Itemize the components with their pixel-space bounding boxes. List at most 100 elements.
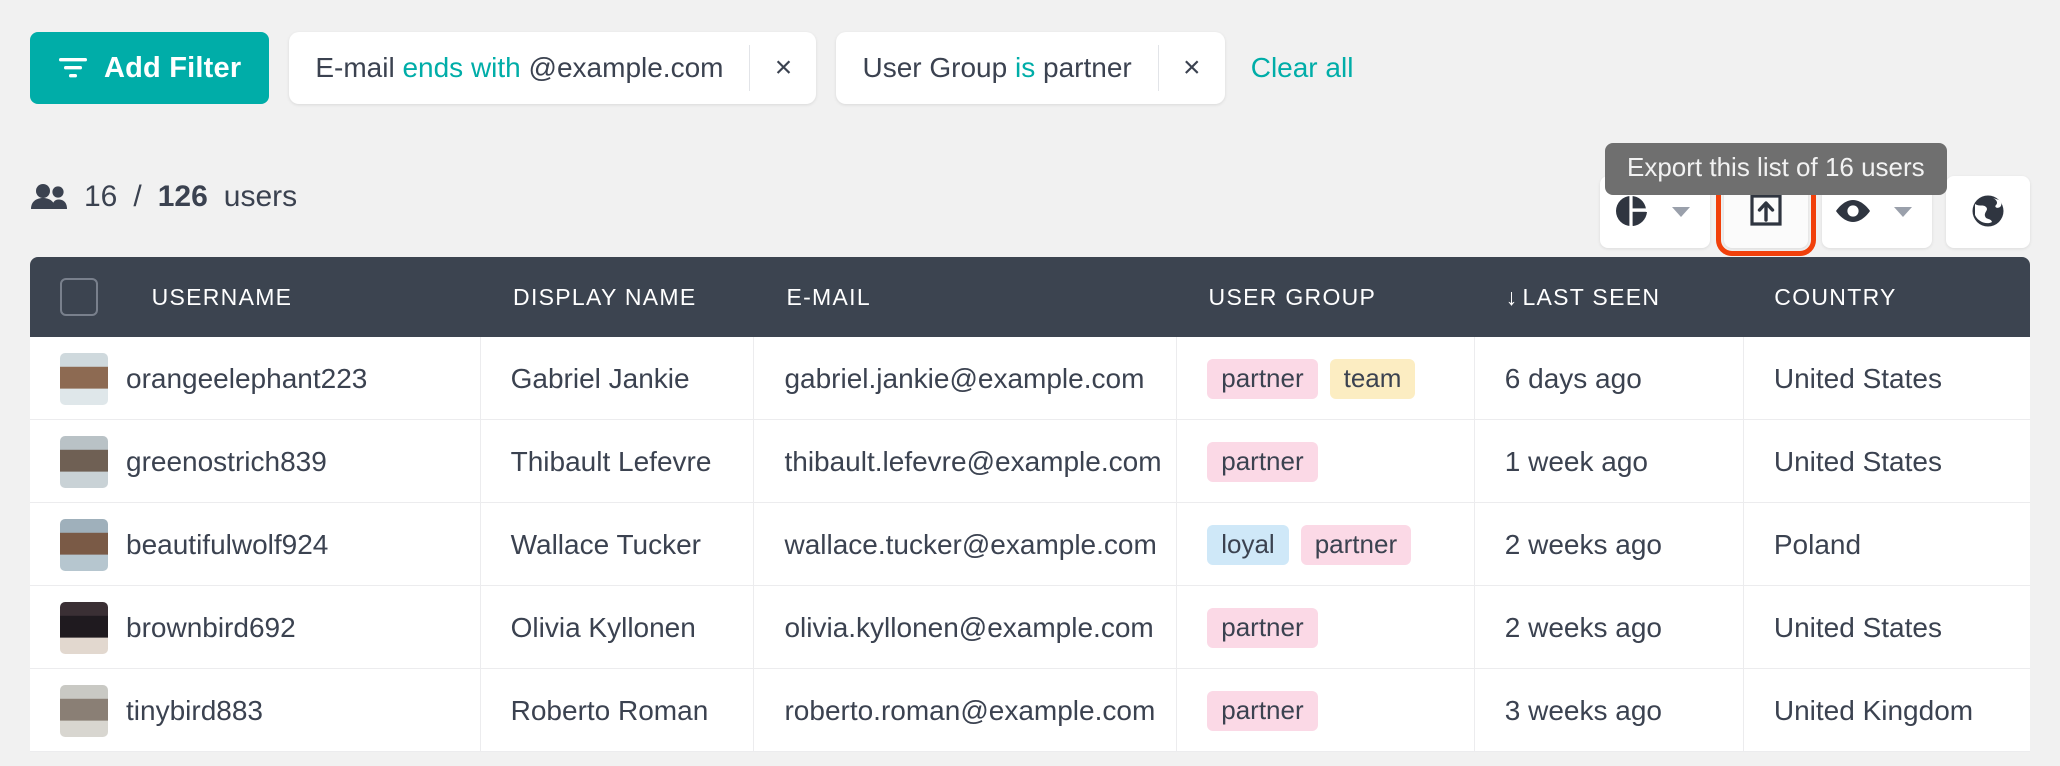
table-body: orangeelephant223 Gabriel Jankie gabriel…	[30, 337, 2030, 752]
column-header-last-seen[interactable]: ↓ LAST SEEN	[1476, 257, 1745, 337]
select-all-checkbox[interactable]	[60, 278, 98, 316]
avatar	[60, 518, 108, 571]
user-group-tag[interactable]: partner	[1300, 524, 1412, 565]
cell-country: United Kingdom	[1773, 694, 1974, 726]
count-total: 126	[157, 180, 208, 213]
users-table: USERNAME DISPLAY NAME E-MAIL USER GROUP …	[30, 257, 2030, 752]
column-header-username[interactable]: USERNAME	[122, 257, 483, 337]
cell-last-seen: 3 weeks ago	[1475, 669, 1744, 752]
chip-operator: is	[1014, 52, 1036, 83]
chip-field: User Group	[862, 52, 1008, 83]
cell-country: United States	[1773, 445, 1942, 477]
cell-username: brownbird692	[30, 586, 481, 669]
cell-display-name: Wallace Tucker	[481, 503, 755, 586]
remove-filter-usergroup-button[interactable]: ×	[1159, 32, 1225, 104]
eye-icon	[1834, 197, 1872, 228]
count-unit: users	[223, 180, 298, 213]
column-header-label: LAST SEEN	[1522, 283, 1661, 310]
avatar	[60, 435, 108, 488]
cell-username: orangeelephant223	[30, 337, 481, 420]
column-header-display-name[interactable]: DISPLAY NAME	[483, 257, 756, 337]
user-group-tag[interactable]: partner	[1207, 607, 1318, 648]
filter-chip-usergroup-text: User Group is partner	[836, 54, 1157, 82]
avatar	[60, 684, 108, 737]
user-group-tag[interactable]: partner	[1207, 690, 1318, 731]
filter-chip-email-text: E-mail ends with @example.com	[289, 54, 749, 82]
filter-chip-email[interactable]: E-mail ends with @example.com ×	[289, 32, 817, 104]
remove-filter-email-button[interactable]: ×	[750, 32, 816, 104]
cell-country: United States	[1773, 362, 1942, 394]
cell-last-seen: 2 weeks ago	[1475, 586, 1744, 669]
cell-user-group: partner	[1177, 669, 1475, 752]
table-row[interactable]: orangeelephant223 Gabriel Jankie gabriel…	[30, 337, 2030, 420]
table-row[interactable]: brownbird692 Olivia Kyllonen olivia.kyll…	[30, 586, 2030, 669]
cell-display-name: Roberto Roman	[481, 669, 755, 752]
people-icon	[30, 183, 68, 211]
chip-value: @example.com	[528, 52, 724, 83]
user-group-tag[interactable]: loyal	[1207, 524, 1289, 565]
cell-username: beautifulwolf924	[30, 503, 481, 586]
column-header-label: E-MAIL	[786, 283, 871, 310]
globe-icon	[1970, 193, 2006, 232]
cell-email: gabriel.jankie@example.com	[754, 337, 1178, 420]
user-group-tag[interactable]: partner	[1207, 441, 1318, 482]
column-header-email[interactable]: E-MAIL	[756, 257, 1178, 337]
cell-email: olivia.kyllonen@example.com	[754, 586, 1178, 669]
cell-last-seen: 2 weeks ago	[1475, 503, 1744, 586]
cell-email: thibault.lefevre@example.com	[754, 420, 1178, 503]
table-row[interactable]: greenostrich839 Thibault Lefevre thibaul…	[30, 420, 2030, 503]
cell-user-group: partner	[1177, 420, 1475, 503]
column-header-user-group[interactable]: USER GROUP	[1179, 257, 1476, 337]
chart-icon	[1614, 194, 1648, 231]
chevron-down-icon	[1894, 207, 1912, 217]
cell-country: Poland	[1773, 528, 1862, 560]
filter-bar: Add Filter E-mail ends with @example.com…	[30, 32, 1353, 104]
column-header-country[interactable]: COUNTRY	[1744, 257, 2030, 337]
chip-value: partner	[1043, 52, 1132, 83]
user-group-tag[interactable]: partner	[1207, 358, 1318, 399]
cell-username: greenostrich839	[30, 420, 481, 503]
avatar	[60, 352, 108, 405]
username-text: orangeelephant223	[126, 362, 368, 394]
add-filter-label: Add Filter	[104, 51, 242, 84]
cell-last-seen: 1 week ago	[1475, 420, 1744, 503]
column-header-label: COUNTRY	[1774, 283, 1897, 310]
cell-username: tinybird883	[30, 669, 481, 752]
username-text: brownbird692	[126, 611, 296, 643]
filter-chip-usergroup[interactable]: User Group is partner ×	[836, 32, 1225, 104]
chip-field: E-mail	[315, 52, 395, 83]
cell-last-seen: 6 days ago	[1475, 337, 1744, 420]
select-all-header-cell[interactable]	[30, 257, 122, 337]
chip-operator: ends with	[402, 52, 521, 83]
cell-display-name: Gabriel Jankie	[481, 337, 755, 420]
table-row[interactable]: beautifulwolf924 Wallace Tucker wallace.…	[30, 503, 2030, 586]
cell-user-group: partner	[1177, 586, 1475, 669]
cell-email: wallace.tucker@example.com	[754, 503, 1178, 586]
add-filter-button[interactable]: Add Filter	[30, 32, 270, 104]
count-separator: /	[133, 180, 142, 213]
user-group-tag[interactable]: team	[1329, 358, 1416, 399]
username-text: beautifulwolf924	[126, 528, 329, 560]
sort-descending-icon: ↓	[1505, 283, 1519, 310]
table-row[interactable]: tinybird883 Roberto Roman roberto.roman@…	[30, 669, 2030, 752]
cell-display-name: Thibault Lefevre	[481, 420, 755, 503]
filter-icon	[58, 55, 88, 81]
column-header-label: DISPLAY NAME	[513, 283, 697, 310]
username-text: greenostrich839	[126, 445, 327, 477]
cell-user-group: loyal partner	[1177, 503, 1475, 586]
cell-email: roberto.roman@example.com	[754, 669, 1178, 752]
avatar	[60, 601, 108, 654]
clear-all-link[interactable]: Clear all	[1251, 52, 1354, 84]
user-count-summary: 16 / 126 users	[30, 180, 297, 214]
cell-country: United States	[1773, 611, 1942, 643]
column-header-label: USERNAME	[151, 283, 293, 310]
count-shown: 16	[84, 180, 118, 213]
cell-display-name: Olivia Kyllonen	[481, 586, 755, 669]
chevron-down-icon	[1672, 207, 1690, 217]
username-text: tinybird883	[126, 694, 263, 726]
export-tooltip: Export this list of 16 users	[1605, 143, 1947, 196]
table-header-row: USERNAME DISPLAY NAME E-MAIL USER GROUP …	[30, 257, 2030, 337]
export-icon	[1749, 193, 1783, 232]
locale-button[interactable]	[1946, 176, 2030, 248]
column-header-label: USER GROUP	[1208, 283, 1377, 310]
